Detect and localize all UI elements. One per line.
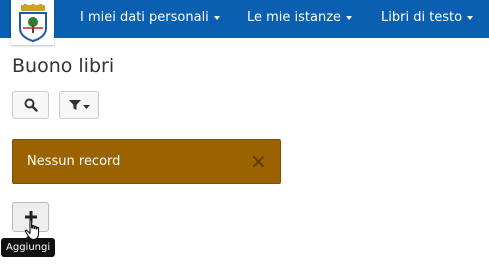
caret-down-icon [213, 15, 220, 20]
hand-pointer-cursor-icon [24, 219, 40, 241]
nav-label: Le mie istanze [247, 10, 342, 25]
top-navbar: I miei dati personali Le mie istanze Lib… [0, 0, 489, 45]
nav-menu-dati-personali[interactable]: I miei dati personali [80, 9, 220, 29]
nav-menu-libri-di-testo[interactable]: Libri di testo [381, 9, 474, 29]
caret-down-icon [82, 104, 90, 109]
nav-menu-istanze[interactable]: Le mie istanze [247, 9, 353, 29]
search-icon [24, 98, 38, 112]
caret-down-icon [467, 15, 474, 20]
caret-down-icon [346, 15, 353, 20]
page-title: Buono libri [12, 55, 115, 77]
nav-label: I miei dati personali [80, 10, 209, 25]
search-button[interactable] [12, 91, 49, 119]
close-icon [252, 155, 264, 167]
coat-of-arms-icon [18, 3, 47, 42]
alert-close-button[interactable] [249, 152, 267, 170]
alert-message: Nessun record [27, 154, 121, 169]
logo[interactable] [11, 0, 54, 45]
nav-label: Libri di testo [381, 10, 463, 25]
no-records-alert: Nessun record [12, 139, 281, 184]
filter-icon [68, 99, 81, 110]
filter-button[interactable] [59, 91, 99, 119]
